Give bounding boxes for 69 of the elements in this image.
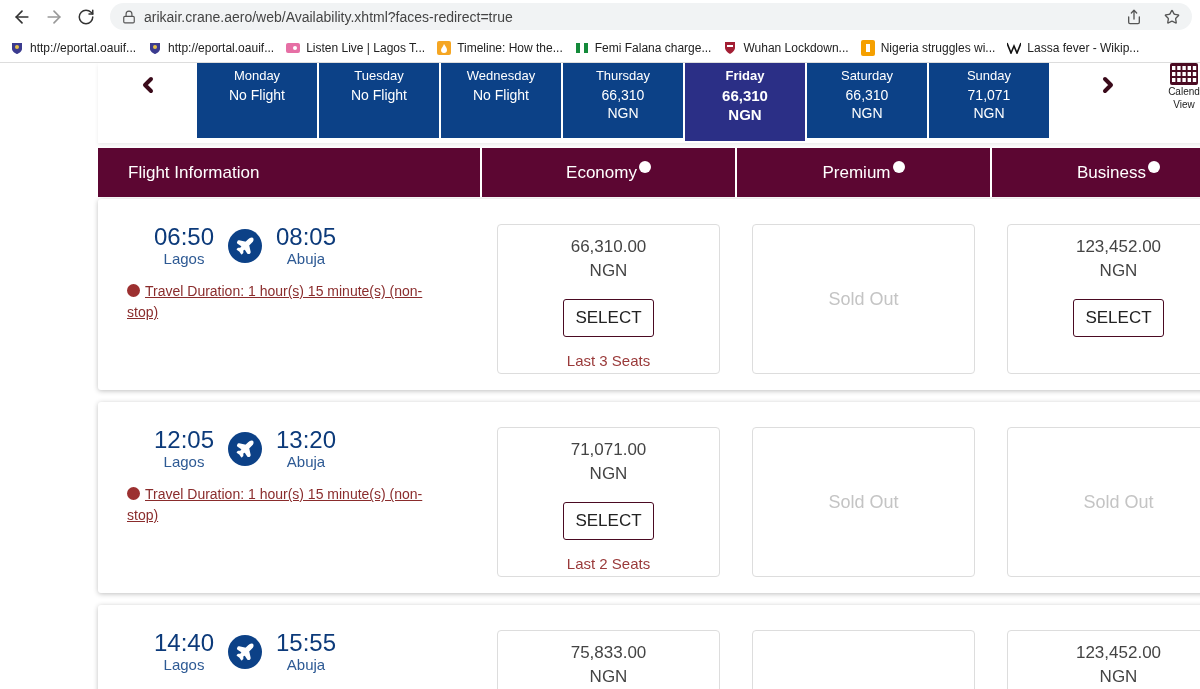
fare-amount: 123,452.00 xyxy=(1075,643,1162,663)
fare-currency: NGN xyxy=(589,667,628,687)
departure-time: 12:05 xyxy=(153,427,215,454)
reload-icon xyxy=(77,7,95,26)
crest-icon xyxy=(10,40,24,55)
sold-out-label: Sold Out xyxy=(828,491,899,513)
departure-city: Lagos xyxy=(163,250,205,268)
bookmark-link[interactable]: Wuhan Lockdown... xyxy=(723,40,849,55)
plane-icon xyxy=(228,431,262,466)
select-button[interactable]: SELECT xyxy=(563,299,654,337)
departure-city: Lagos xyxy=(163,656,205,674)
plane-icon xyxy=(228,634,262,669)
date-tab[interactable]: Wednesday No Flight xyxy=(441,63,561,138)
select-button[interactable]: SELECT xyxy=(1073,299,1164,337)
arrival-city: Abuja xyxy=(286,656,326,674)
departure-time: 14:40 xyxy=(153,630,215,657)
lock-icon xyxy=(122,9,136,24)
shield-icon xyxy=(723,40,738,55)
seats-left-note: Last 2 Seats xyxy=(566,555,651,572)
cabin-header: Premium xyxy=(737,148,990,197)
date-tab[interactable]: Sunday 71,071 NGN xyxy=(929,63,1049,138)
date-tab[interactable]: Friday 66,310 NGN xyxy=(685,63,805,141)
date-tab[interactable]: Monday No Flight xyxy=(197,63,317,138)
sold-out-label: Sold Out xyxy=(828,288,899,310)
departure-city: Lagos xyxy=(163,453,205,471)
fare-amount: 123,452.00 xyxy=(1075,237,1162,257)
address-bar[interactable]: arikair.crane.aero/web/Availability.xhtml?faces-redirect=true xyxy=(110,3,1192,30)
bookmark-star-icon[interactable] xyxy=(1164,8,1180,25)
arrival-time: 08:05 xyxy=(275,224,337,251)
fare-amount: 66,310.00 xyxy=(570,237,647,257)
cabin-header: Economy xyxy=(482,148,735,197)
bookmark-link[interactable]: http://eportal.oauif... xyxy=(148,40,275,55)
date-tab[interactable]: Tuesday No Flight xyxy=(319,63,439,138)
seats-left-note: Last 3 Seats xyxy=(566,352,651,369)
travel-duration-link[interactable]: Travel Duration: 1 hour(s) 15 minute(s) (non-stop) xyxy=(127,484,447,525)
date-tab[interactable]: Thursday 66,310 NGN xyxy=(563,63,683,138)
column-header: Flight Information xyxy=(98,148,480,197)
date-tab[interactable]: Saturday 66,310 NGN xyxy=(807,63,927,138)
calendar-view-button[interactable]: Calend View xyxy=(1167,63,1200,111)
flag-icon xyxy=(574,41,589,54)
departure-time: 06:50 xyxy=(153,224,215,251)
arrival-time: 13:20 xyxy=(275,427,337,454)
travel-duration-link[interactable]: Travel Duration: 1 hour(s) 15 minute(s) (non-stop) xyxy=(127,281,447,322)
bookmark-link[interactable]: Femi Falana charge... xyxy=(574,40,712,55)
fare-currency: NGN xyxy=(1099,261,1138,281)
bookmark-link[interactable]: Timeline: How the... xyxy=(437,40,563,55)
crest-icon xyxy=(148,40,163,55)
arrival-city: Abuja xyxy=(286,250,326,268)
bookmark-link[interactable]: Lassa fever - Wikip... xyxy=(1007,40,1140,55)
fare-currency: NGN xyxy=(589,464,628,484)
plane-icon xyxy=(228,228,262,263)
share-icon[interactable] xyxy=(1126,8,1142,25)
url-text: arikair.crane.aero/web/Availability.xhtml?faces-redirect=true xyxy=(144,8,513,25)
flame-icon xyxy=(437,40,452,55)
bookmark-link[interactable]: Listen Live | Lagos T... xyxy=(286,40,426,55)
arrival-city: Abuja xyxy=(286,453,326,471)
select-button[interactable]: SELECT xyxy=(563,502,654,540)
arrival-time: 15:55 xyxy=(275,630,337,657)
bookmark-link[interactable]: Nigeria struggles wi... xyxy=(860,39,996,56)
cabin-header: Business xyxy=(992,148,1200,197)
fare-amount: 75,833.00 xyxy=(570,643,647,663)
bookmark-link[interactable]: http://eportal.oauif... xyxy=(10,40,137,55)
wikipedia-icon xyxy=(1007,41,1022,54)
fare-currency: NGN xyxy=(1099,667,1138,687)
sold-out-label: Sold Out xyxy=(1083,491,1154,513)
fare-currency: NGN xyxy=(589,261,628,281)
radio-icon xyxy=(286,42,301,53)
bracket-icon xyxy=(860,39,875,56)
fare-amount: 71,071.00 xyxy=(570,440,647,460)
